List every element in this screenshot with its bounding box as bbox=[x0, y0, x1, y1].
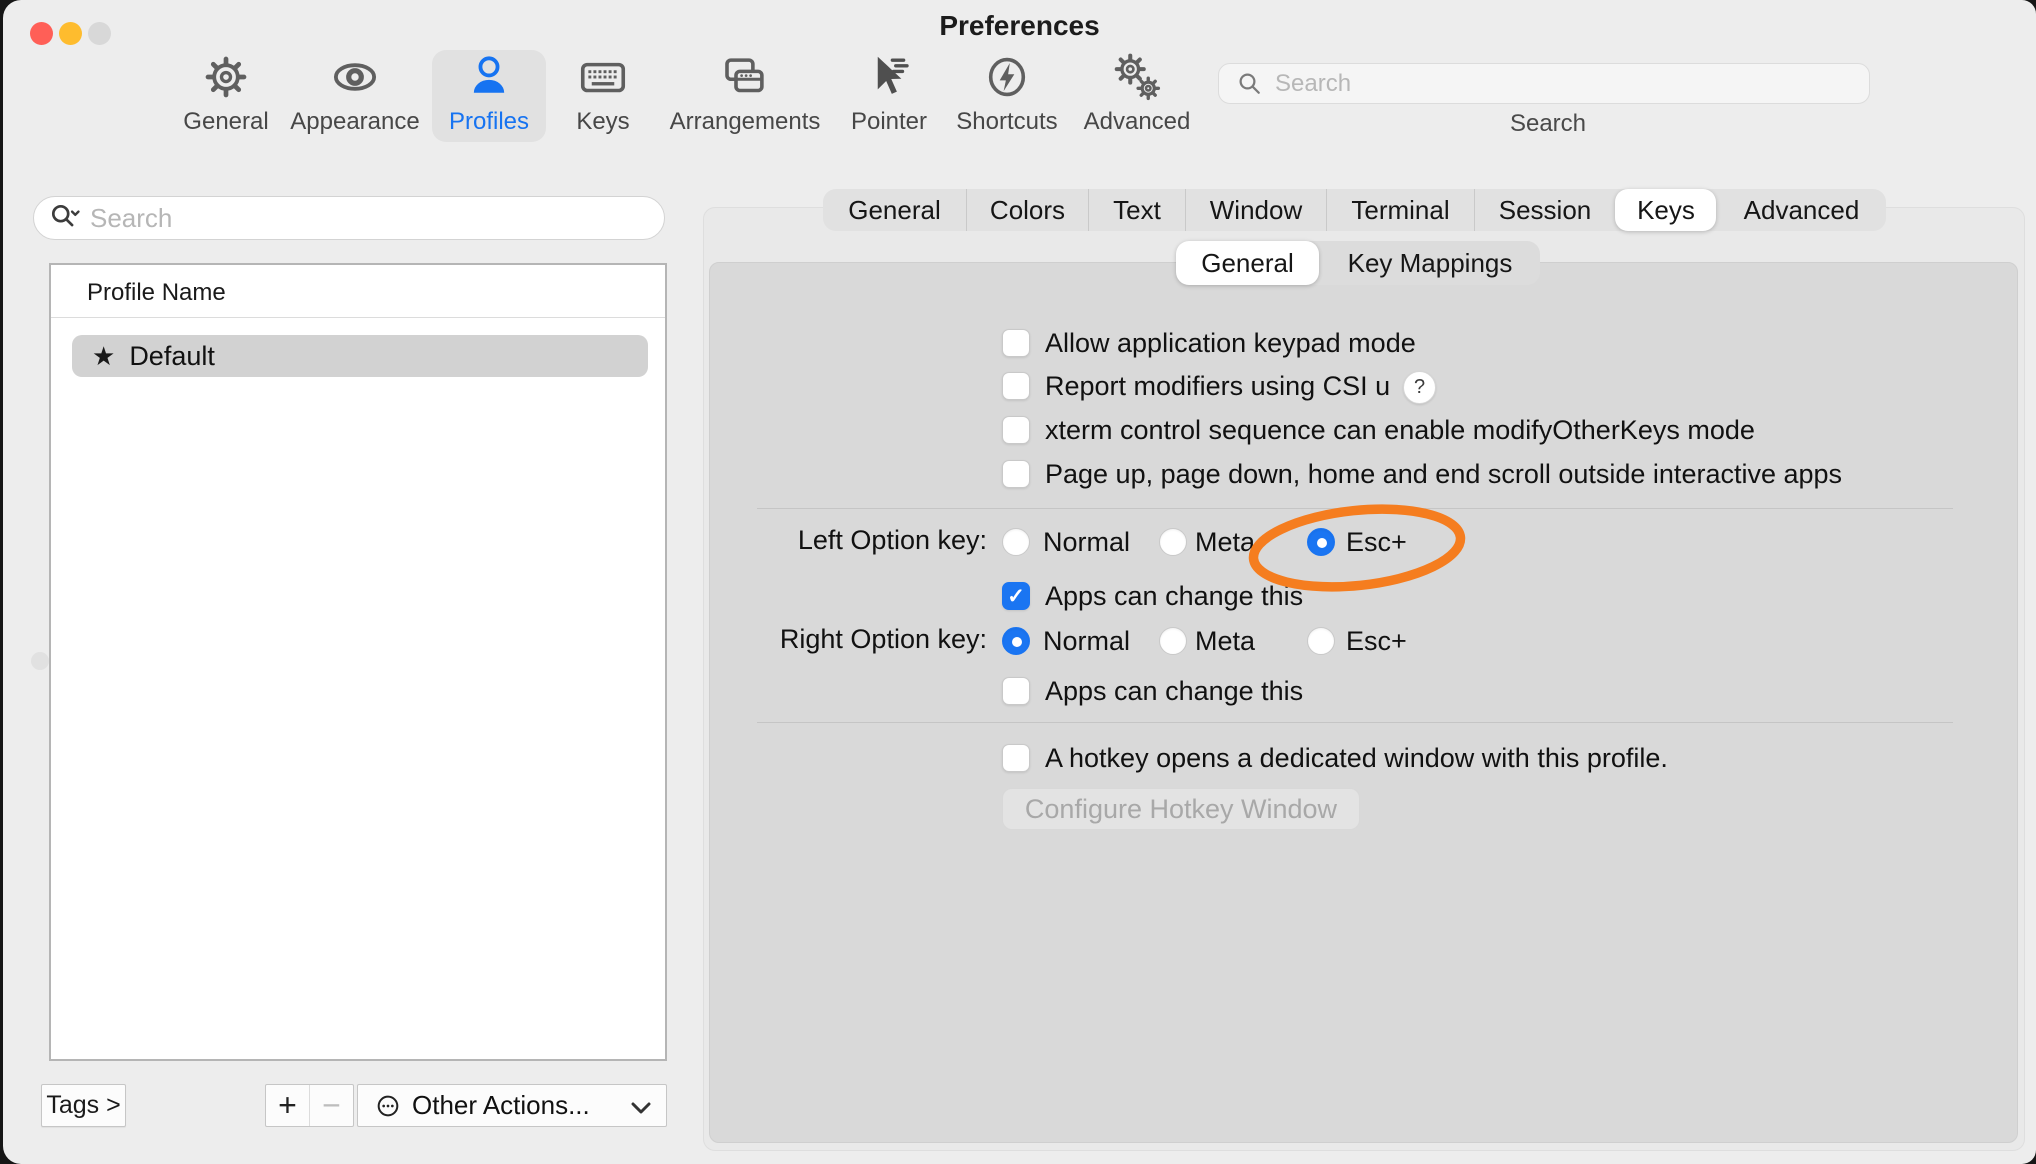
radio-label: Normal bbox=[1043, 624, 1130, 658]
checkbox-label: xterm control sequence can enable modify… bbox=[1045, 413, 1755, 447]
radio-label: Esc+ bbox=[1346, 525, 1407, 559]
profile-list: Profile Name ★ Default bbox=[49, 263, 667, 1061]
subtab-key-mappings[interactable]: Key Mappings bbox=[1319, 241, 1540, 285]
lightning-icon bbox=[980, 50, 1034, 104]
toolbar-label-arrangements: Arrangements bbox=[670, 108, 821, 136]
toolbar-label-pointer: Pointer bbox=[851, 108, 927, 136]
preferences-window: Preferences General Appearan bbox=[3, 0, 2036, 1164]
tab-text[interactable]: Text bbox=[1088, 189, 1185, 231]
toolbar-label-shortcuts: Shortcuts bbox=[956, 108, 1057, 136]
remove-profile-button[interactable]: − bbox=[309, 1085, 353, 1126]
keys-subtab-bar: General Key Mappings bbox=[1176, 241, 1540, 285]
profile-name: Default bbox=[129, 341, 215, 372]
search-icon bbox=[1235, 69, 1265, 99]
checkbox-label: Allow application keypad mode bbox=[1045, 326, 1416, 360]
chevron-down-icon bbox=[630, 1100, 652, 1116]
ellipsis-circle-icon bbox=[372, 1090, 404, 1122]
radio-right-esc[interactable] bbox=[1307, 627, 1335, 655]
person-icon bbox=[462, 50, 516, 104]
keyboard-icon bbox=[576, 50, 630, 104]
divider bbox=[51, 317, 665, 318]
gear-icon bbox=[199, 50, 253, 104]
tab-advanced[interactable]: Advanced bbox=[1716, 189, 1886, 231]
add-profile-button[interactable]: + bbox=[266, 1085, 309, 1126]
checkbox-hotkey-window[interactable] bbox=[1002, 744, 1030, 772]
search-menu-icon bbox=[48, 201, 82, 235]
tab-general[interactable]: General bbox=[823, 189, 966, 231]
tab-window[interactable]: Window bbox=[1185, 189, 1326, 231]
right-option-key-label: Right Option key: bbox=[703, 624, 987, 655]
profile-tab-bar: General Colors Text Window Terminal Sess… bbox=[823, 189, 1886, 231]
checkbox-keypad-mode[interactable] bbox=[1002, 329, 1030, 357]
radio-right-meta[interactable] bbox=[1159, 627, 1187, 655]
toolbar-label-profiles: Profiles bbox=[449, 108, 529, 136]
double-gear-icon bbox=[1110, 50, 1164, 104]
checkbox-label: Apps can change this bbox=[1045, 579, 1303, 613]
profile-search-input[interactable] bbox=[88, 202, 612, 235]
checkbox-modifyotherkeys[interactable] bbox=[1002, 416, 1030, 444]
help-button[interactable]: ? bbox=[1403, 371, 1436, 404]
radio-left-meta[interactable] bbox=[1159, 528, 1187, 556]
configure-hotkey-window-button[interactable]: Configure Hotkey Window bbox=[1002, 788, 1360, 830]
eye-icon bbox=[328, 50, 382, 104]
toolbar-search-field[interactable] bbox=[1218, 63, 1870, 104]
radio-label: Meta bbox=[1195, 525, 1255, 559]
star-icon: ★ bbox=[92, 341, 115, 372]
toolbar-item-keys[interactable]: Keys bbox=[523, 50, 683, 142]
checkbox-label: Page up, page down, home and end scroll … bbox=[1045, 457, 1842, 491]
toolbar-label-keys: Keys bbox=[576, 108, 629, 136]
tab-terminal[interactable]: Terminal bbox=[1326, 189, 1474, 231]
checkbox-label: Apps can change this bbox=[1045, 674, 1303, 708]
toolbar-label-general: General bbox=[183, 108, 268, 136]
cursor-icon bbox=[862, 50, 916, 104]
other-actions-dropdown[interactable]: Other Actions... bbox=[357, 1084, 667, 1127]
window-title: Preferences bbox=[3, 10, 2036, 42]
toolbar-item-advanced[interactable]: Advanced bbox=[1057, 50, 1217, 142]
profile-list-header: Profile Name bbox=[87, 279, 226, 307]
toolbar-label-appearance: Appearance bbox=[290, 108, 419, 136]
tab-session[interactable]: Session bbox=[1474, 189, 1615, 231]
cursor-dot-artifact bbox=[31, 652, 49, 670]
tab-keys[interactable]: Keys bbox=[1615, 189, 1716, 231]
checkbox-left-apps-can-change[interactable] bbox=[1002, 582, 1030, 610]
add-remove-group: + − bbox=[265, 1084, 354, 1127]
radio-label: Esc+ bbox=[1346, 624, 1407, 658]
radio-label: Meta bbox=[1195, 624, 1255, 658]
toolbar-label-advanced: Advanced bbox=[1084, 108, 1191, 136]
checkbox-scroll-outside[interactable] bbox=[1002, 460, 1030, 488]
checkbox-csi-u[interactable] bbox=[1002, 372, 1030, 400]
radio-left-normal[interactable] bbox=[1002, 528, 1030, 556]
radio-right-normal[interactable] bbox=[1002, 627, 1030, 655]
left-option-key-label: Left Option key: bbox=[703, 525, 987, 556]
profile-row-default[interactable]: ★ Default bbox=[72, 335, 648, 377]
checkbox-right-apps-can-change[interactable] bbox=[1002, 677, 1030, 705]
checkbox-label: Report modifiers using CSI u bbox=[1045, 369, 1390, 403]
toolbar-search-input[interactable] bbox=[1273, 69, 1837, 99]
radio-left-esc[interactable] bbox=[1307, 528, 1335, 556]
toolbar-item-arrangements[interactable]: Arrangements bbox=[665, 50, 825, 142]
divider bbox=[757, 722, 1953, 723]
tags-button[interactable]: Tags > bbox=[41, 1084, 126, 1127]
divider bbox=[757, 508, 1953, 509]
profile-search-field[interactable] bbox=[33, 196, 665, 240]
other-actions-label: Other Actions... bbox=[412, 1090, 590, 1121]
windows-icon bbox=[718, 50, 772, 104]
checkbox-label: A hotkey opens a dedicated window with t… bbox=[1045, 741, 1668, 775]
tab-colors[interactable]: Colors bbox=[966, 189, 1088, 231]
subtab-general[interactable]: General bbox=[1176, 241, 1319, 285]
toolbar-search-label: Search bbox=[1468, 110, 1628, 138]
radio-label: Normal bbox=[1043, 525, 1130, 559]
